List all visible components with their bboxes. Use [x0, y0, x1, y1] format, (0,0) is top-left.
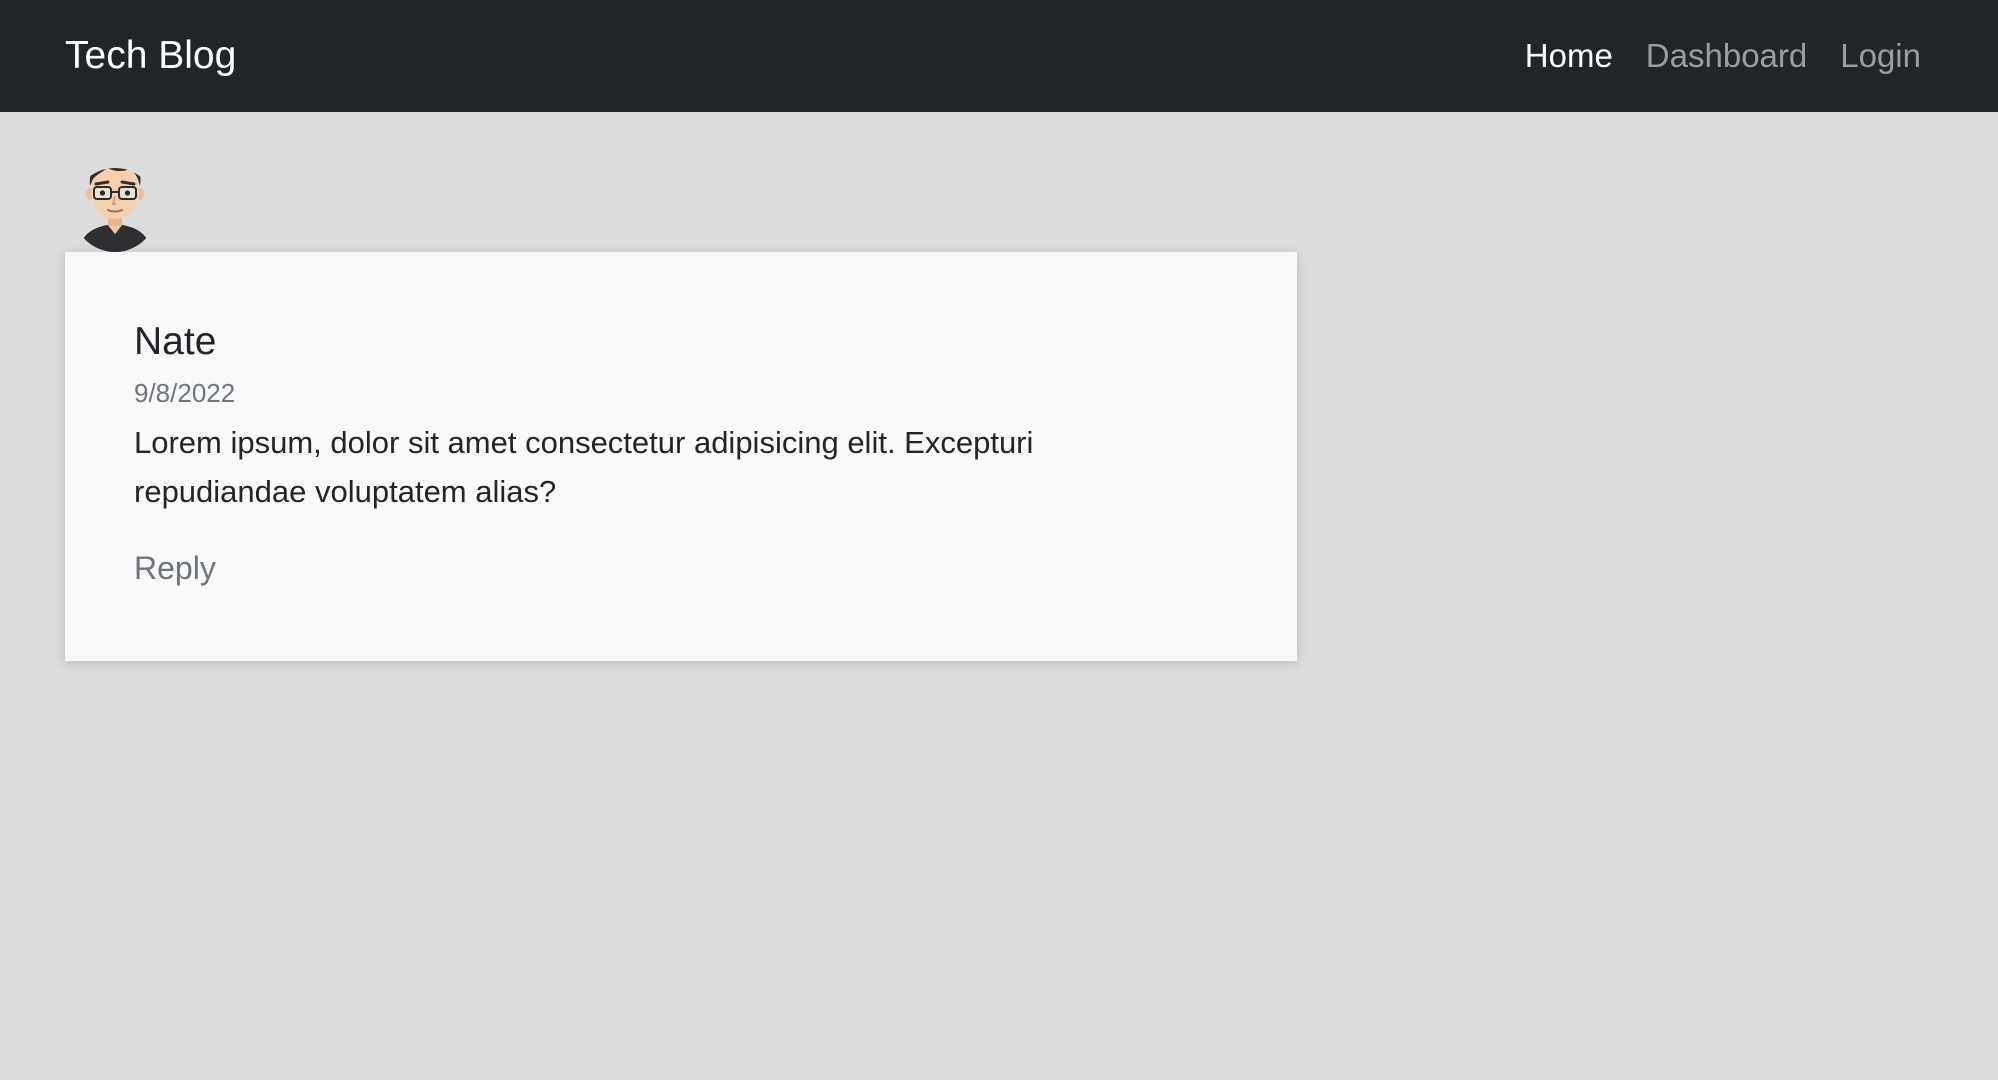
comment-card: Nate 9/8/2022 Lorem ipsum, dolor sit ame… — [65, 252, 1297, 661]
comment-author: Nate — [134, 320, 217, 363]
top-navbar: Tech Blog Home Dashboard Login — [0, 0, 1998, 112]
nav-login-link[interactable]: Login — [1840, 37, 1921, 75]
nav-home-link[interactable]: Home — [1525, 37, 1613, 75]
avatar-icon — [77, 148, 153, 252]
comment-date: 9/8/2022 — [134, 378, 236, 408]
comment-text: Lorem ipsum, dolor sit amet consectetur … — [134, 425, 1034, 509]
nav-dashboard-link[interactable]: Dashboard — [1646, 37, 1807, 75]
brand-title[interactable]: Tech Blog — [65, 0, 236, 112]
reply-button[interactable]: Reply — [134, 549, 216, 587]
nav-links: Home Dashboard Login — [1525, 0, 1921, 112]
